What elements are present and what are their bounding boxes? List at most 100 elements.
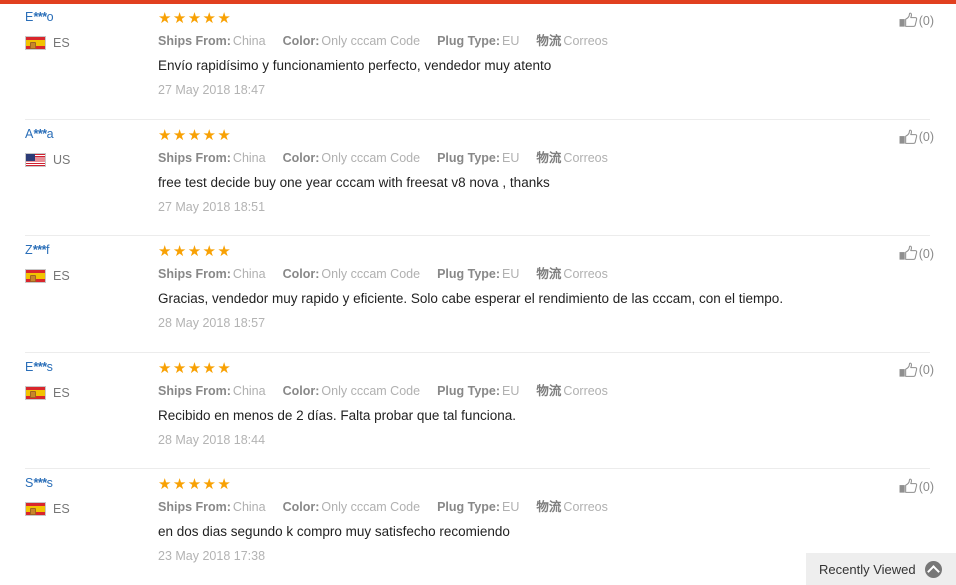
review-item: E***s ES ★★★★★ Ships From: China Color: Only c… bbox=[0, 354, 956, 471]
attribute-ships-from: Ships From: China bbox=[158, 500, 266, 514]
review-author-name[interactable]: A***a bbox=[25, 127, 145, 142]
review-author-country: ES bbox=[25, 36, 145, 50]
attribute-plug-type-value: EU bbox=[502, 34, 520, 48]
attribute-plug-type-label: Plug Type: bbox=[437, 500, 501, 514]
chevron-up-icon[interactable] bbox=[924, 560, 942, 578]
attribute-plug-type: Plug Type: EU bbox=[437, 500, 519, 514]
country-code-label: ES bbox=[53, 385, 70, 400]
attribute-logistics: 物流 Correos bbox=[536, 267, 607, 281]
review-author-column: E***o ES bbox=[25, 10, 145, 50]
attribute-color: Color: Only cccam Code bbox=[283, 34, 420, 48]
attribute-logistics-label: 物流 bbox=[536, 383, 562, 398]
attribute-logistics-label: 物流 bbox=[536, 267, 562, 281]
review-body: Z***f ES ★★★★★ Ships From: China Color: Only c… bbox=[0, 237, 956, 353]
thumbs-up-icon[interactable] bbox=[899, 478, 918, 495]
attribute-logistics-label: 物流 bbox=[536, 150, 562, 165]
attribute-color-value: Only cccam Code bbox=[321, 500, 421, 514]
recently-viewed-panel[interactable]: Recently Viewed bbox=[806, 553, 956, 585]
attribute-plug-type: Plug Type: EU bbox=[437, 34, 519, 48]
country-code-label: ES bbox=[53, 269, 70, 283]
review-attributes: Ships From: China Color: Only cccam Code Plu… bbox=[158, 383, 608, 400]
helpful-count: (0) bbox=[918, 130, 934, 144]
country-code-label: US bbox=[53, 152, 71, 167]
review-author-name[interactable]: E***s bbox=[25, 360, 145, 375]
helpful-count: (0) bbox=[918, 246, 934, 261]
thumbs-up-icon[interactable] bbox=[899, 12, 918, 29]
attribute-ships-from-value: China bbox=[232, 383, 266, 398]
attribute-ships-from: Ships From: China bbox=[158, 384, 266, 398]
review-divider bbox=[25, 235, 930, 236]
review-author-country: US bbox=[25, 152, 145, 167]
attribute-ships-from-label: Ships From: bbox=[158, 383, 231, 398]
attribute-plug-type-value: EU bbox=[502, 150, 520, 165]
attribute-logistics: 物流 Correos bbox=[536, 34, 607, 48]
attribute-plug-type-value: EU bbox=[502, 383, 520, 398]
attribute-plug-type: Plug Type: EU bbox=[437, 384, 519, 398]
attribute-logistics-label: 物流 bbox=[536, 34, 562, 48]
review-author-name[interactable]: Z***f bbox=[25, 243, 145, 258]
attribute-plug-type-label: Plug Type: bbox=[437, 267, 501, 281]
review-list-page: E***o ES ★★★★★ Ships From: China Color: Only c… bbox=[0, 0, 956, 585]
review-author-name[interactable]: E***o bbox=[25, 10, 145, 25]
attribute-plug-type-label: Plug Type: bbox=[437, 34, 501, 48]
review-item: A***a US ★★★★★ Ships From: China Color: Only c… bbox=[0, 121, 956, 238]
review-text: en dos dias segundo k compro muy satisfe… bbox=[158, 524, 510, 539]
attribute-plug-type: Plug Type: EU bbox=[437, 267, 519, 281]
attribute-color-value: Only cccam Code bbox=[321, 267, 421, 281]
attribute-ships-from-label: Ships From: bbox=[158, 34, 231, 48]
attribute-color-label: Color: bbox=[282, 383, 320, 398]
attribute-logistics-value: Correos bbox=[563, 383, 608, 398]
helpful-button[interactable]: (0) bbox=[899, 362, 934, 379]
helpful-button[interactable]: (0) bbox=[899, 245, 934, 262]
attribute-logistics-value: Correos bbox=[563, 34, 608, 48]
review-author-name[interactable]: S***s bbox=[25, 476, 145, 491]
attribute-logistics-value: Correos bbox=[563, 150, 608, 165]
review-author-country: ES bbox=[25, 502, 145, 516]
review-author-column: E***s ES bbox=[25, 360, 145, 400]
rating-stars: ★★★★★ bbox=[158, 359, 233, 377]
review-attributes: Ships From: China Color: Only cccam Code Plu… bbox=[158, 266, 608, 283]
review-text: Envío rapidísimo y funcionamiento perfec… bbox=[158, 58, 552, 73]
attribute-color: Color: Only cccam Code bbox=[283, 151, 420, 165]
review-item: E***o ES ★★★★★ Ships From: China Color: Only c… bbox=[0, 4, 956, 121]
review-divider bbox=[25, 468, 930, 469]
helpful-button[interactable]: (0) bbox=[899, 129, 934, 146]
flag-es-icon bbox=[25, 36, 46, 50]
attribute-color: Color: Only cccam Code bbox=[283, 384, 420, 398]
review-divider bbox=[25, 351, 930, 353]
flag-es-icon bbox=[25, 502, 46, 516]
thumbs-up-icon[interactable] bbox=[899, 362, 918, 379]
helpful-count: (0) bbox=[918, 479, 934, 494]
attribute-logistics: 物流 Correos bbox=[536, 500, 607, 514]
country-code-label: ES bbox=[53, 36, 70, 50]
review-author-column: S***s ES bbox=[25, 476, 145, 516]
helpful-button[interactable]: (0) bbox=[899, 12, 934, 29]
rating-stars: ★★★★★ bbox=[158, 10, 233, 27]
attribute-ships-from: Ships From: China bbox=[158, 151, 266, 165]
review-divider bbox=[25, 118, 930, 120]
flag-us-icon bbox=[25, 152, 46, 167]
review-date: 23 May 2018 17:38 bbox=[158, 549, 266, 563]
helpful-button[interactable]: (0) bbox=[899, 478, 934, 495]
attribute-color-label: Color: bbox=[282, 34, 320, 48]
review-attributes: Ships From: China Color: Only cccam Code Plu… bbox=[158, 33, 608, 50]
recently-viewed-label: Recently Viewed bbox=[819, 561, 916, 577]
review-attributes: Ships From: China Color: Only cccam Code Plu… bbox=[158, 499, 608, 516]
flag-es-icon bbox=[25, 269, 46, 283]
review-author-column: A***a US bbox=[25, 127, 145, 167]
attribute-plug-type-value: EU bbox=[502, 267, 520, 281]
attribute-logistics-value: Correos bbox=[563, 267, 608, 281]
attribute-plug-type: Plug Type: EU bbox=[437, 151, 519, 165]
review-date: 28 May 2018 18:57 bbox=[158, 316, 266, 330]
rating-stars: ★★★★★ bbox=[158, 476, 233, 493]
attribute-color: Color: Only cccam Code bbox=[283, 500, 420, 514]
thumbs-up-icon[interactable] bbox=[899, 245, 918, 262]
attribute-ships-from-label: Ships From: bbox=[158, 500, 231, 514]
thumbs-up-icon[interactable] bbox=[899, 129, 918, 146]
review-author-country: ES bbox=[25, 385, 145, 400]
attribute-ships-from-label: Ships From: bbox=[158, 150, 231, 165]
review-body: A***a US ★★★★★ Ships From: China Color: Only c… bbox=[0, 121, 956, 236]
review-body: E***o ES ★★★★★ Ships From: China Color: Only c… bbox=[0, 4, 956, 120]
flag-es-icon bbox=[25, 385, 46, 400]
review-text: free test decide buy one year cccam with… bbox=[158, 174, 550, 190]
